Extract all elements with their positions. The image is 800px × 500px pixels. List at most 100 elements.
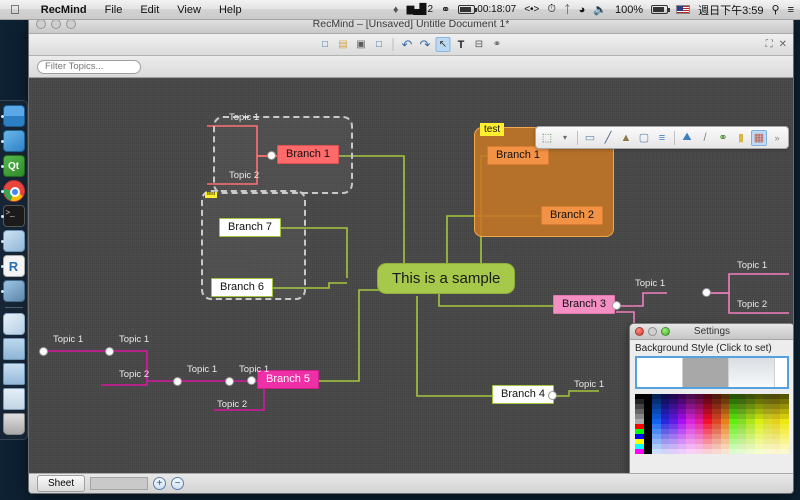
- style-swatch-gray[interactable]: [683, 358, 729, 387]
- dock-icon-desktop[interactable]: [2, 388, 25, 410]
- style-swatch-blank[interactable]: [775, 358, 787, 387]
- boundary-tag-label-left[interactable]: test: [205, 191, 218, 198]
- dock-icon-photos[interactable]: [0, 280, 25, 302]
- insert-image-icon[interactable]: ⛰: [679, 130, 695, 146]
- palette-color-cell[interactable]: [643, 449, 653, 454]
- dock-icon-trash[interactable]: [2, 413, 25, 435]
- menu-item-edit[interactable]: Edit: [131, 0, 168, 20]
- notification-center-icon[interactable]: ≡: [788, 4, 794, 16]
- boundary-tag-label-orange[interactable]: test: [480, 123, 505, 136]
- code-brackets-icon[interactable]: <•>: [524, 4, 539, 15]
- collapse-dot-chain-4[interactable]: [225, 377, 234, 386]
- node-topic-1-chain-a[interactable]: Topic 1: [53, 335, 83, 345]
- node-topic-1-red-a[interactable]: Topic 1: [229, 113, 259, 123]
- network-icon[interactable]: ⚭: [441, 3, 450, 16]
- node-topic-1-pink-mid[interactable]: Topic 1: [635, 279, 665, 289]
- node-topic-1-chain-d[interactable]: Topic 1: [239, 365, 269, 375]
- undo-icon[interactable]: ↶: [400, 37, 415, 52]
- summary-icon[interactable]: ≡: [654, 130, 670, 146]
- node-branch-7[interactable]: Branch 7: [219, 218, 282, 237]
- hyperlink-icon[interactable]: ⚭: [715, 130, 731, 146]
- layout-tree-icon[interactable]: ⚭: [490, 37, 505, 52]
- dock-icon-terminal[interactable]: >_: [0, 205, 25, 227]
- new-topic-icon[interactable]: ⬚: [539, 130, 555, 146]
- battery-icon[interactable]: [651, 5, 671, 14]
- palette-color-cell[interactable]: [711, 449, 721, 454]
- palette-color-cell[interactable]: [780, 449, 789, 454]
- collapse-dot-chain-1[interactable]: [39, 347, 48, 356]
- sheet-tab[interactable]: Sheet: [37, 475, 86, 492]
- collapse-dot-branch3[interactable]: [612, 301, 621, 310]
- fill-color-icon[interactable]: ▲: [618, 130, 634, 146]
- palette-color-cell[interactable]: [703, 449, 712, 454]
- open-document-icon[interactable]: ▤: [336, 37, 351, 52]
- volume-icon[interactable]: 🔈: [593, 3, 607, 16]
- mindmap-canvas[interactable]: test test Branch 1 Topic 1 Topic 2 Branc…: [29, 78, 793, 473]
- calendar-icon[interactable]: ▦: [751, 129, 767, 146]
- palette-color-cell[interactable]: [737, 449, 747, 454]
- us-flag-icon[interactable]: [676, 5, 691, 14]
- collapse-dot-branch5[interactable]: [247, 376, 256, 385]
- style-swatch-white[interactable]: [637, 358, 683, 387]
- palette-color-cell[interactable]: [694, 449, 704, 454]
- dock-icon-recmind[interactable]: [2, 313, 25, 335]
- collapse-dot-chain-2[interactable]: [105, 347, 114, 356]
- collapse-dot-chain-3[interactable]: [173, 377, 182, 386]
- overflow-icon[interactable]: »: [769, 130, 785, 146]
- remove-sheet-icon[interactable]: −: [171, 477, 185, 490]
- collapse-dot-topic-pink[interactable]: [702, 288, 711, 297]
- node-branch-1-red[interactable]: Branch 1: [277, 145, 340, 164]
- dock-icon-finder[interactable]: [0, 105, 25, 127]
- note-icon[interactable]: ▮: [733, 130, 749, 146]
- menu-item-help[interactable]: Help: [210, 0, 251, 20]
- sheet-tab-area[interactable]: [90, 477, 149, 490]
- fullscreen-icon[interactable]: ⛶: [766, 39, 773, 50]
- dock-icon-qt[interactable]: Qt: [0, 155, 25, 177]
- attachment-icon[interactable]: ̸: [697, 130, 713, 146]
- activity-graph-icon[interactable]: ▆▄█ 2: [407, 4, 433, 15]
- palette-color-cell[interactable]: [635, 449, 644, 454]
- node-topic-2-pink[interactable]: Topic 2: [737, 300, 767, 310]
- palette-color-cell[interactable]: [669, 449, 678, 454]
- palette-color-cell[interactable]: [746, 449, 755, 454]
- export-icon[interactable]: □: [372, 37, 387, 52]
- dock-icon-fax[interactable]: [0, 230, 25, 252]
- palette-color-cell[interactable]: [754, 449, 764, 454]
- palette-color-cell[interactable]: [720, 449, 730, 454]
- style-swatch-gradient[interactable]: [729, 358, 775, 387]
- timer-icon[interactable]: 00:18:07: [458, 4, 516, 15]
- node-branch-4[interactable]: Branch 4: [492, 385, 555, 404]
- collapse-dot-branch4[interactable]: [548, 391, 557, 400]
- dock-icon-documents[interactable]: [2, 338, 25, 360]
- menu-item-recmind[interactable]: RecMind: [32, 0, 96, 20]
- node-branch-6[interactable]: Branch 6: [211, 278, 274, 297]
- select-tool-icon[interactable]: ↖: [435, 37, 451, 52]
- palette-color-cell[interactable]: [677, 449, 687, 454]
- palette-color-cell[interactable]: [729, 449, 738, 454]
- collapse-dot-branch1-red[interactable]: [267, 151, 276, 160]
- palette-color-cell[interactable]: [652, 449, 661, 454]
- node-topic-1-branch4[interactable]: Topic 1: [574, 380, 604, 390]
- spotlight-search-icon[interactable]: ⚲: [772, 3, 780, 16]
- node-topic-2-chain-a[interactable]: Topic 2: [119, 370, 149, 380]
- node-center-topic[interactable]: This is a sample: [377, 263, 516, 294]
- node-topic-1-chain-b[interactable]: Topic 1: [119, 335, 149, 345]
- palette-color-cell[interactable]: [763, 449, 772, 454]
- color-palette-grid[interactable]: [635, 394, 789, 454]
- rectangle-shape-icon[interactable]: ▭: [582, 130, 598, 146]
- bluetooth-icon[interactable]: ᛏ: [564, 4, 571, 16]
- node-topic-2-red[interactable]: Topic 2: [229, 171, 259, 181]
- palette-color-cell[interactable]: [686, 449, 695, 454]
- add-sheet-icon[interactable]: +: [153, 477, 167, 490]
- dock-icon-xcode[interactable]: [0, 130, 25, 152]
- palette-color-cell[interactable]: [660, 449, 670, 454]
- dock-icon-rstudio[interactable]: R: [0, 255, 25, 277]
- node-topic-1-chain-c[interactable]: Topic 1: [187, 365, 217, 375]
- history-clock-icon[interactable]: ⏱: [547, 3, 556, 16]
- node-topic-1-pink-a[interactable]: Topic 1: [737, 261, 767, 271]
- layout-horizontal-icon[interactable]: ⊟: [472, 37, 487, 52]
- new-document-icon[interactable]: □: [318, 37, 333, 52]
- dropbox-icon[interactable]: ♦: [393, 4, 399, 16]
- node-branch-2[interactable]: Branch 2: [541, 206, 604, 225]
- palette-color-cell[interactable]: [771, 449, 781, 454]
